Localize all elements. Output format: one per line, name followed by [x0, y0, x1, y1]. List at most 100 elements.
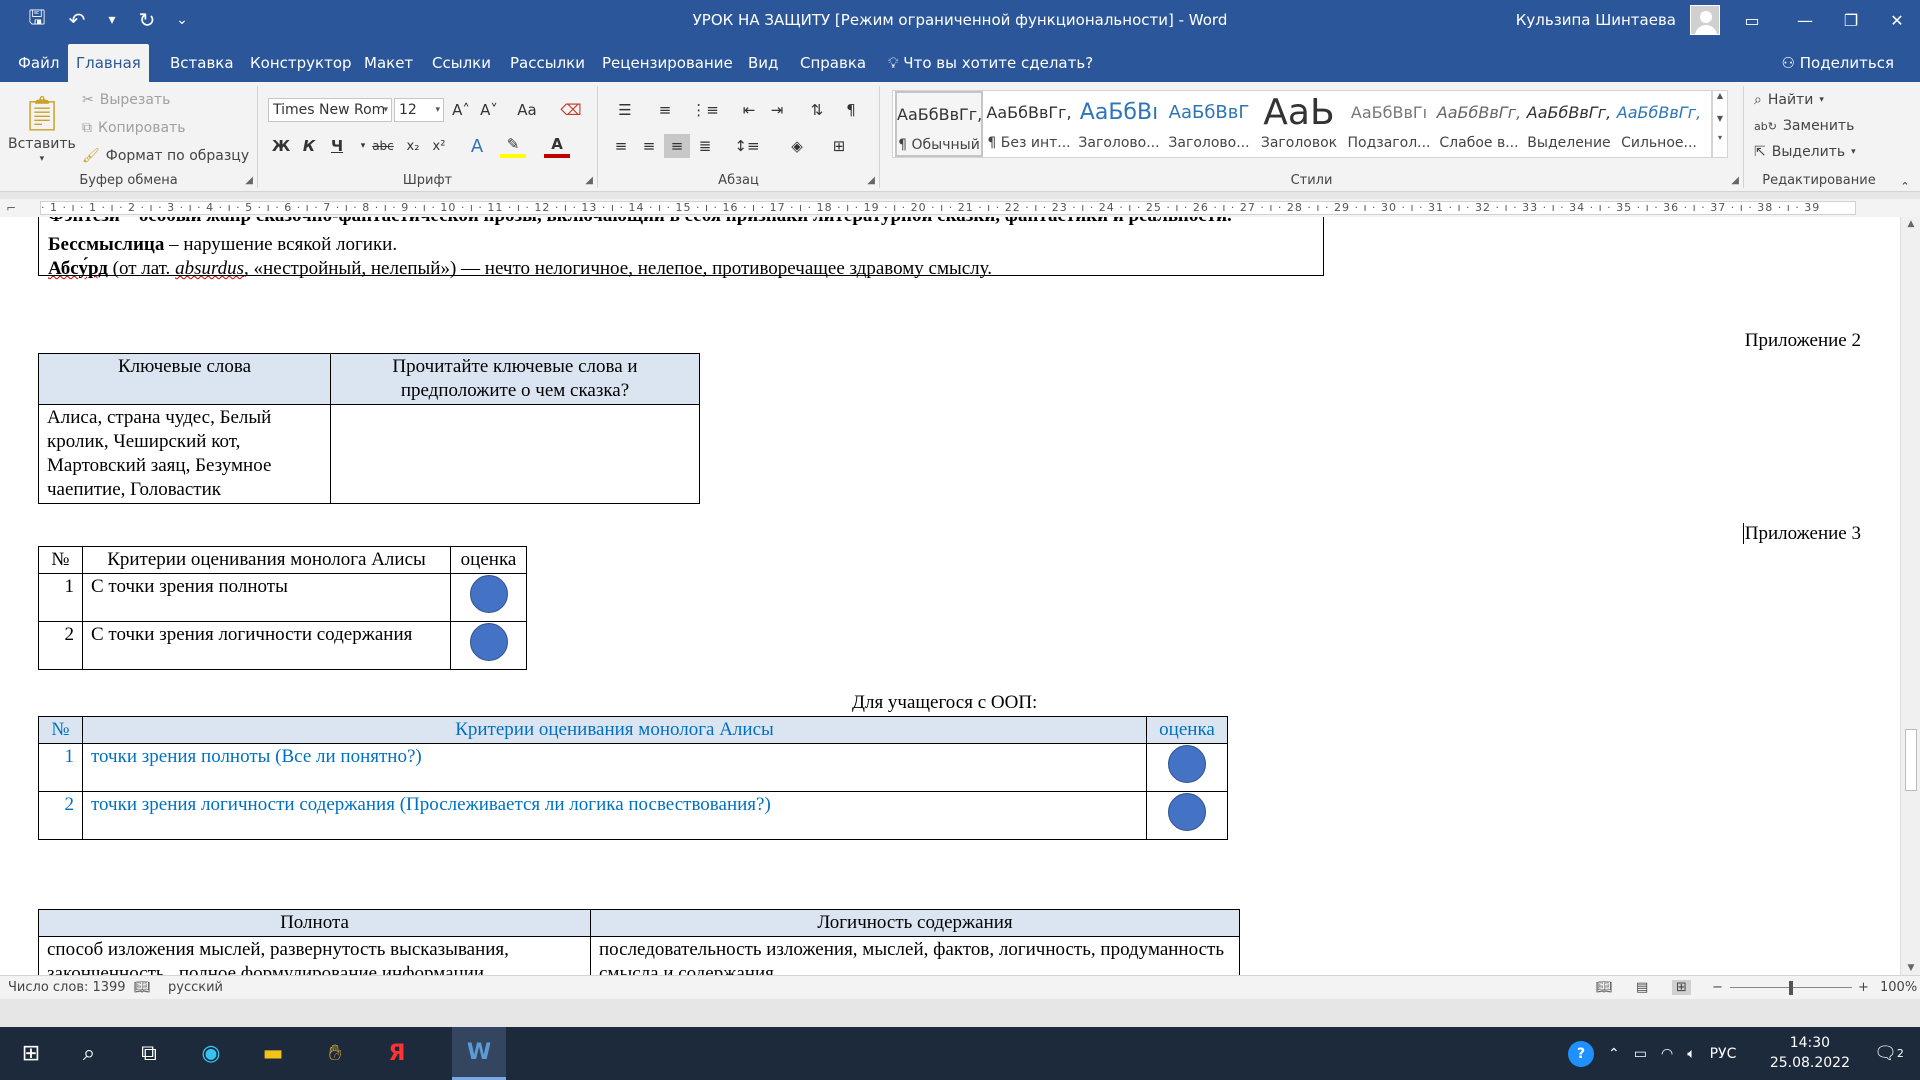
format-painter-button[interactable]: 🖌︎ Формат по образцу — [82, 148, 249, 164]
collapse-ribbon-icon[interactable]: ⌃ — [1892, 174, 1918, 198]
underline-button[interactable]: Ч — [324, 134, 350, 158]
style-heading-1[interactable]: АаБбВı Заголово... — [1075, 91, 1163, 157]
user-name[interactable]: Кульзипа Шинтаева — [1516, 11, 1676, 29]
dialog-launcher-icon[interactable]: ◢ — [867, 175, 875, 186]
zoom-in-icon[interactable]: + — [1858, 980, 1869, 995]
align-left-icon[interactable]: ≡ — [608, 134, 634, 158]
minimize-icon[interactable]: — — [1782, 0, 1828, 40]
style-subtle-emphasis[interactable]: АаБбВвГг, Слабое в... — [1435, 91, 1523, 157]
ribbon-display-options-icon[interactable]: ▭ — [1722, 0, 1782, 40]
input-language[interactable]: РУС — [1710, 1046, 1737, 1062]
word-app-icon[interactable]: W — [452, 1027, 506, 1080]
style-emphasis[interactable]: АаБбВвГг, Выделение — [1525, 91, 1613, 157]
tab-help[interactable]: Справка — [792, 44, 874, 82]
tab-mailings[interactable]: Рассылки — [502, 44, 593, 82]
tab-design[interactable]: Конструктор — [242, 44, 360, 82]
bullets-icon[interactable]: ☰ — [608, 98, 642, 122]
chevron-up-icon[interactable]: ▲ — [1713, 91, 1727, 100]
decrease-indent-icon[interactable]: ⇤ — [736, 98, 762, 122]
tab-layout[interactable]: Макет — [356, 44, 421, 82]
justify-icon[interactable]: ≣ — [692, 134, 718, 158]
close-icon[interactable]: ✕ — [1874, 0, 1920, 40]
ruler-scale[interactable]: · 1 · ı · 1 · ı · 2 · ı · 3 · ı · 4 · ı … — [40, 201, 1856, 215]
proofing-icon[interactable]: 📖︎ — [134, 980, 151, 995]
dialog-launcher-icon[interactable]: ◢ — [585, 175, 593, 186]
redo-icon[interactable]: ↻ — [130, 6, 164, 34]
clear-formatting-icon[interactable]: ⌫ — [558, 98, 584, 122]
document-page[interactable]: Фэнтези – особый жанр сказочно-фантастич… — [0, 217, 1896, 975]
zoom-level[interactable]: 100% — [1880, 980, 1917, 995]
tab-selector-icon[interactable]: ⌐ — [6, 201, 16, 215]
tab-file[interactable]: Файл — [10, 44, 67, 82]
subscript-button[interactable]: x₂ — [400, 134, 426, 158]
read-mode-icon[interactable]: 📖︎ — [1596, 980, 1613, 995]
highlight-icon[interactable]: ✎ — [500, 134, 526, 158]
language[interactable]: русский — [168, 980, 223, 995]
tab-view[interactable]: Вид — [740, 44, 786, 82]
undo-icon[interactable]: ↶ — [60, 6, 94, 34]
score-circle[interactable] — [469, 623, 508, 661]
paste-button[interactable]: 📋︎ Вставить ▾ — [8, 94, 76, 164]
align-center-icon[interactable]: ≡ — [636, 134, 662, 158]
help-icon[interactable]: ? — [1568, 1040, 1594, 1067]
file-explorer-icon[interactable]: ▬ — [246, 1027, 300, 1080]
clock[interactable]: 14:30 25.08.2022 — [1770, 1033, 1850, 1073]
style-no-spacing[interactable]: АаБбВвГг, ¶ Без инт... — [985, 91, 1073, 157]
cut-button[interactable]: ✂ Вырезать — [82, 92, 170, 108]
change-case-icon[interactable]: Aa — [510, 98, 544, 122]
zoom-out-icon[interactable]: − — [1712, 980, 1723, 995]
scroll-down-icon[interactable]: ▼ — [1901, 963, 1920, 973]
shading-icon[interactable]: ◈ — [780, 134, 814, 158]
score-circle[interactable] — [1168, 745, 1206, 783]
search-icon[interactable]: ⌕ — [62, 1027, 116, 1080]
styles-scroll[interactable]: ▲ ▼ ▾ — [1712, 90, 1728, 158]
select-button[interactable]: ⇱ Выделить ▾ — [1754, 144, 1856, 160]
borders-icon[interactable]: ⊞ — [822, 134, 856, 158]
windows-start-icon[interactable]: ⊞ — [4, 1027, 58, 1080]
avatar[interactable] — [1690, 5, 1720, 35]
wifi-icon[interactable]: ◠ — [1661, 1046, 1673, 1062]
copy-button[interactable]: ⧉ Копировать — [82, 120, 185, 136]
tab-insert[interactable]: Вставка — [162, 44, 242, 82]
style-subtitle[interactable]: АаБбВвГı Подзагол... — [1345, 91, 1433, 157]
sort-icon[interactable]: ⇅ — [804, 98, 830, 122]
share-button[interactable]: ⚇ Поделиться — [1782, 44, 1894, 82]
tab-references[interactable]: Ссылки — [424, 44, 499, 82]
find-button[interactable]: ⌕ Найти ▾ — [1754, 92, 1824, 108]
account[interactable]: Кульзипа Шинтаева — [1516, 0, 1720, 40]
more-styles-icon[interactable]: ▾ — [1713, 133, 1727, 142]
score-circle[interactable] — [1168, 793, 1206, 831]
restore-icon[interactable]: ❐ — [1828, 0, 1874, 40]
bold-button[interactable]: Ж — [268, 134, 294, 158]
font-name-combo[interactable]: Times New Rom ▾ — [268, 98, 392, 122]
edge-icon[interactable]: ◉ — [184, 1027, 238, 1080]
style-intense-emphasis[interactable]: АаБбВвГг, Сильное... — [1615, 91, 1703, 157]
text-effects-icon[interactable]: A — [464, 134, 490, 158]
italic-button[interactable]: К — [296, 134, 322, 158]
multilevel-list-icon[interactable]: ⋮≡ — [688, 98, 722, 122]
grow-font-icon[interactable]: A˄ — [448, 98, 474, 122]
save-icon[interactable]: 🖫 — [20, 5, 54, 34]
print-layout-icon[interactable]: ▤ — [1636, 980, 1648, 995]
word-count[interactable]: Число слов: 1399 — [8, 980, 126, 995]
app-hand-icon[interactable]: ✋︎ — [308, 1027, 362, 1080]
vertical-scrollbar[interactable]: ▲ ▼ — [1900, 217, 1920, 975]
increase-indent-icon[interactable]: ⇥ — [764, 98, 790, 122]
chevron-up-icon[interactable]: ⌃ — [1608, 1046, 1620, 1062]
font-size-combo[interactable]: 12 ▾ — [394, 98, 444, 122]
undo-dropdown-icon[interactable]: ▾ — [100, 6, 124, 34]
tab-review[interactable]: Рецензирование — [594, 44, 741, 82]
task-view-icon[interactable]: ⧉ — [122, 1027, 176, 1080]
volume-icon[interactable]: 🔈︎ — [1687, 1046, 1695, 1062]
prediction-cell[interactable] — [330, 404, 700, 504]
chevron-down-icon[interactable]: ▼ — [1713, 114, 1727, 123]
font-color-icon[interactable]: A — [544, 134, 570, 158]
line-spacing-icon[interactable]: ↕≡ — [730, 134, 764, 158]
yandex-browser-icon[interactable]: Я — [370, 1027, 424, 1080]
shrink-font-icon[interactable]: A˅ — [476, 98, 502, 122]
score-circle[interactable] — [469, 575, 508, 613]
web-layout-icon[interactable]: ⊞ — [1672, 980, 1691, 995]
zoom-slider-thumb[interactable] — [1789, 981, 1793, 995]
tell-me-search[interactable]: 💡︎ Что вы хотите сделать? — [880, 44, 1101, 82]
dialog-launcher-icon[interactable]: ◢ — [1731, 175, 1739, 186]
